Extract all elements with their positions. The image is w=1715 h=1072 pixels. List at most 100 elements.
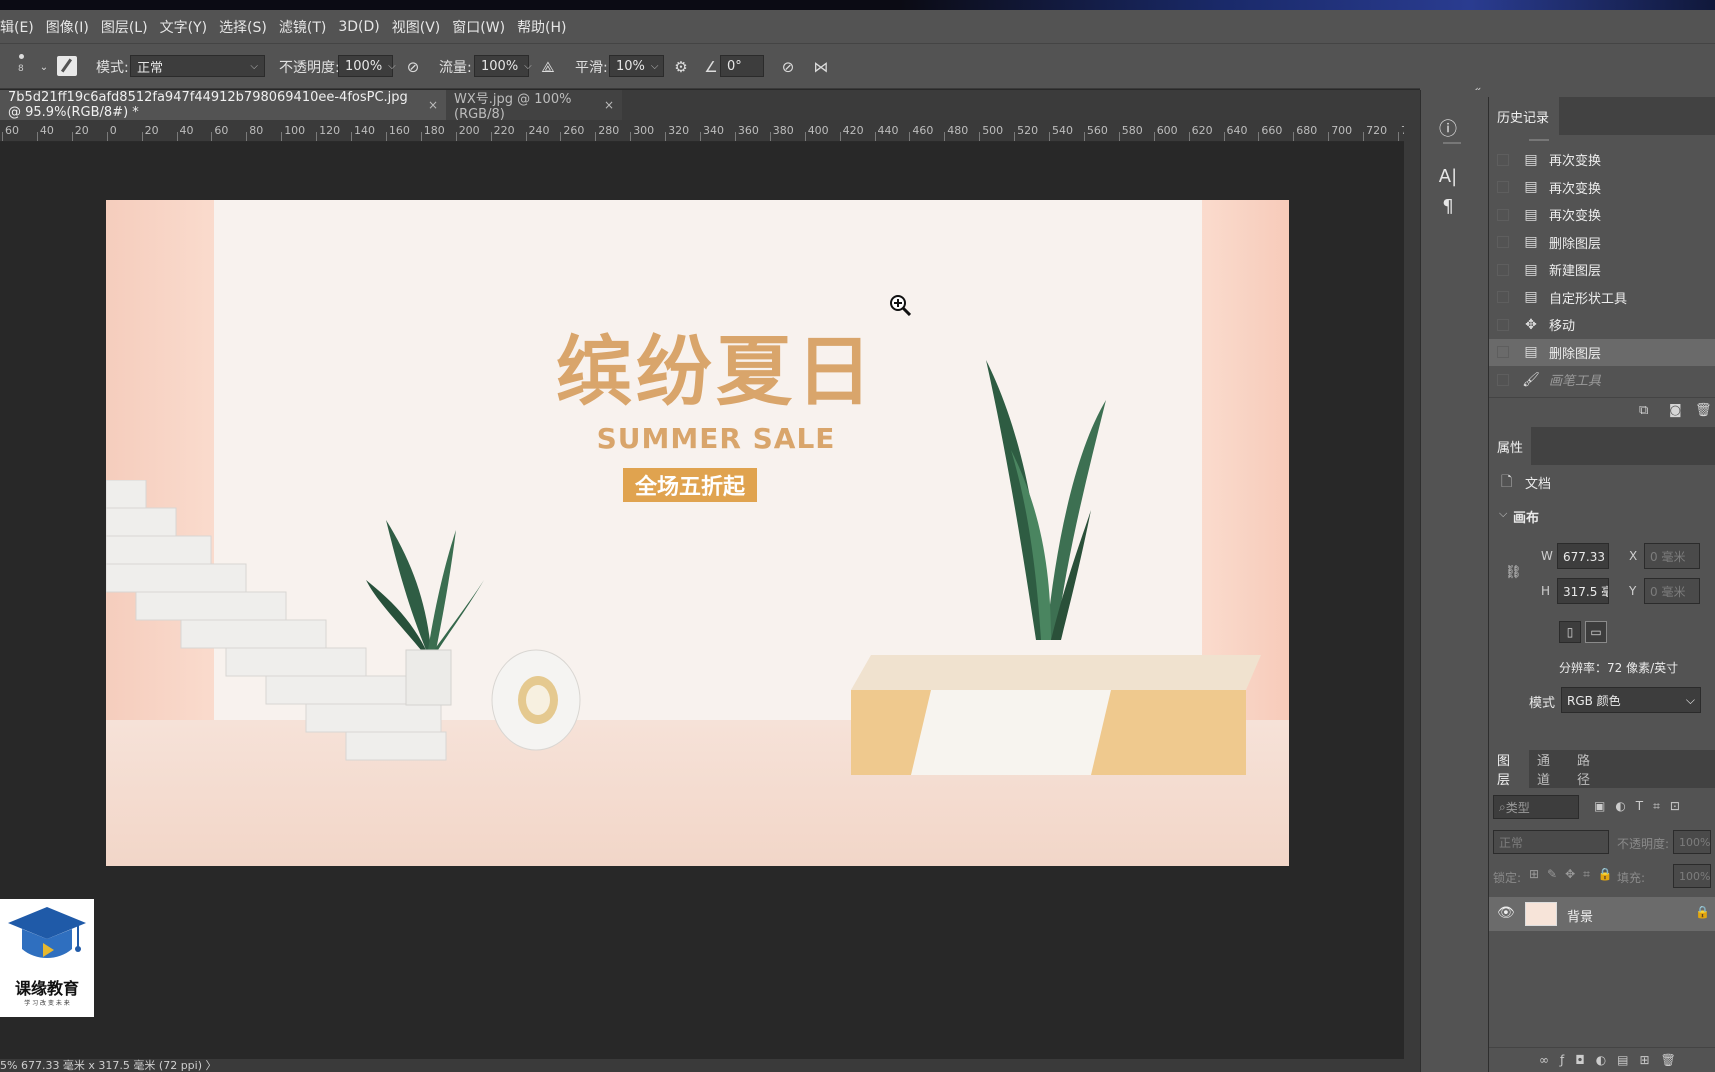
menu-view[interactable]: 视图(V) xyxy=(392,17,441,37)
opacity-field[interactable]: 100% ⌵ xyxy=(338,55,396,77)
menu-type[interactable]: 文字(Y) xyxy=(160,17,207,37)
tab-history[interactable]: 历史记录 xyxy=(1489,97,1559,135)
history-item[interactable]: 🖌 画笔工具 xyxy=(1489,366,1715,393)
ruler-tick xyxy=(455,132,457,141)
gear-icon[interactable]: ⚙ xyxy=(670,56,692,78)
ruler-tick-label: 20 xyxy=(74,124,89,137)
tab-paths[interactable]: 路径 xyxy=(1569,750,1609,788)
title-strip xyxy=(0,0,1715,10)
portrait-orientation-icon[interactable]: ▯ xyxy=(1559,621,1581,643)
chevron-down-icon[interactable]: ⌄ xyxy=(33,56,55,78)
menu-layer[interactable]: 图层(L) xyxy=(101,17,148,37)
width-field[interactable]: 677.33 毫 xyxy=(1557,543,1609,569)
smoothing-field[interactable]: 10% ⌵ xyxy=(609,55,664,77)
angle-value: 0° xyxy=(727,58,742,74)
menu-image[interactable]: 图像(I) xyxy=(46,17,89,37)
brush-panel-toggle-icon[interactable] xyxy=(57,56,77,76)
history-item[interactable]: ▤ 再次变换 xyxy=(1489,174,1715,201)
mode-value: 正常 xyxy=(137,60,164,76)
ruler-tick-label: 160 xyxy=(388,124,410,137)
ruler-tick xyxy=(1083,132,1085,141)
tab-properties[interactable]: 属性 xyxy=(1489,427,1531,465)
layer-kind-filter[interactable]: ⌕ 类型 xyxy=(1493,795,1579,819)
ruler-tick-label: 40 xyxy=(179,124,194,137)
snapshot-checkbox[interactable] xyxy=(1497,236,1509,248)
layer-opacity-field[interactable]: 100% xyxy=(1673,830,1711,854)
layer-filter-icons[interactable]: ▣◐T⌗⊡ xyxy=(1594,799,1690,814)
close-icon[interactable]: × xyxy=(428,98,438,112)
layer-row[interactable]: 👁 背景 🔒 xyxy=(1489,897,1715,931)
menu-select[interactable]: 选择(S) xyxy=(219,17,267,37)
tab-title: 7b5d21ff19c6afd8512fa947f44912b798069410… xyxy=(8,90,408,120)
color-mode-select[interactable]: RGB 颜色 ⌵ xyxy=(1561,687,1701,713)
document-icon: 🗋 xyxy=(1501,474,1513,490)
tab-channels[interactable]: 通道 xyxy=(1529,750,1569,788)
width-label: W xyxy=(1541,549,1553,563)
height-field[interactable]: 317.5 毫米 xyxy=(1557,578,1609,604)
snapshot-checkbox[interactable] xyxy=(1497,373,1509,386)
history-item[interactable]: ▤ 自定形状工具 xyxy=(1489,284,1715,311)
layer-action-icons[interactable]: ∞ƒ◘◐▤⊞🗑 xyxy=(1539,1053,1687,1067)
horizontal-ruler[interactable]: 60 40 20 0 20 40 60 80 100 120 140 160 180 200 220 240 2… xyxy=(0,120,1420,142)
snapshot-checkbox[interactable] xyxy=(1497,181,1509,193)
snapshot-checkbox[interactable] xyxy=(1497,346,1509,358)
history-item[interactable]: ▤ 再次变换 xyxy=(1489,201,1715,228)
snapshot-checkbox[interactable] xyxy=(1497,208,1509,221)
menu-filter[interactable]: 滤镜(T) xyxy=(279,17,326,37)
y-field[interactable]: 0 毫米 xyxy=(1644,578,1700,604)
history-item[interactable]: ▤ 再次变换 xyxy=(1489,146,1715,173)
paragraph-icon[interactable]: ¶ xyxy=(1433,192,1463,220)
tab-document-2[interactable]: WX号.jpg @ 100%(RGB/8) × xyxy=(446,90,622,122)
lock-icons[interactable]: ⊞✎✥⌗🔒 xyxy=(1529,867,1621,882)
document-canvas[interactable]: 缤纷夏日 SUMMER SALE 全场五折起 xyxy=(106,200,1289,866)
camera-icon[interactable]: ◙ xyxy=(1669,403,1682,418)
symmetry-butterfly-icon[interactable]: ⋈ xyxy=(810,56,832,78)
snapshot-checkbox[interactable] xyxy=(1497,318,1509,331)
fill-field[interactable]: 100% xyxy=(1673,864,1711,888)
vertical-scrollbar[interactable] xyxy=(1404,120,1420,1059)
height-label: H xyxy=(1541,584,1551,598)
angle-field[interactable]: 0° xyxy=(720,55,764,77)
chevron-down-icon[interactable]: ⌵ xyxy=(1499,507,1507,521)
info-icon[interactable]: ⓘ xyxy=(1433,114,1463,142)
tab-layers[interactable]: 图层 xyxy=(1489,750,1529,788)
x-field[interactable]: 0 毫米 xyxy=(1644,543,1700,569)
history-footer: ⧉ ◙ 🗑 xyxy=(1489,397,1715,425)
ruler-tick xyxy=(351,132,352,141)
mode-select[interactable]: 正常 ⌵ xyxy=(130,55,265,77)
ruler-tick xyxy=(909,132,911,141)
ruler-tick-label: 260 xyxy=(563,124,585,137)
new-document-from-state-icon[interactable]: ⧉ xyxy=(1639,403,1648,418)
history-item[interactable]: ✥ 移动 xyxy=(1489,311,1715,338)
trash-icon[interactable]: 🗑 xyxy=(1695,403,1712,418)
snapshot-checkbox[interactable] xyxy=(1497,263,1509,276)
menu-3d[interactable]: 3D(D) xyxy=(338,19,379,35)
options-bar: 8 ⌄ 模式: 正常 ⌵ 不透明度: 100% ⌵ ⊘ 流量: 100% ⌵ ⟁ 平滑… xyxy=(0,43,1715,89)
blend-mode-select[interactable]: 正常 xyxy=(1493,830,1609,854)
history-item[interactable]: ▤ 新建图层 xyxy=(1489,256,1715,283)
character-icon[interactable]: A| xyxy=(1433,162,1463,190)
flow-field[interactable]: 100% ⌵ xyxy=(474,55,532,77)
ruler-tick xyxy=(630,132,632,141)
menu-help[interactable]: 帮助(H) xyxy=(517,17,566,37)
menu-window[interactable]: 窗口(W) xyxy=(452,17,505,37)
close-icon[interactable]: × xyxy=(604,98,614,112)
history-item[interactable]: ▤ 删除图层 xyxy=(1489,338,1715,366)
pressure-size-icon[interactable]: ⊘ xyxy=(777,56,799,78)
pressure-opacity-icon[interactable]: ⊘ xyxy=(402,56,424,78)
airbrush-icon[interactable]: ⟁ xyxy=(537,56,559,78)
lock-label: 锁定: xyxy=(1493,871,1522,885)
landscape-orientation-icon[interactable]: ▭ xyxy=(1585,621,1607,643)
snapshot-checkbox[interactable] xyxy=(1497,291,1509,303)
tab-document-1[interactable]: 7b5d21ff19c6afd8512fa947f44912b798069410… xyxy=(0,90,446,120)
snapshot-checkbox[interactable] xyxy=(1497,153,1509,166)
brush-preset-picker[interactable]: 8 xyxy=(14,50,30,80)
link-dimensions-icon[interactable]: ⛓ xyxy=(1505,565,1522,580)
history-item[interactable]: ▤ 删除图层 xyxy=(1489,229,1715,256)
ruler-tick xyxy=(490,132,492,141)
ruler-tick xyxy=(1293,132,1295,141)
menu-edit[interactable]: 辑(E) xyxy=(0,17,34,37)
ruler-tick-label: 460 xyxy=(912,124,934,137)
eye-visibility-icon[interactable]: 👁 xyxy=(1497,905,1515,921)
doc-icon: ▤ xyxy=(1524,206,1538,223)
